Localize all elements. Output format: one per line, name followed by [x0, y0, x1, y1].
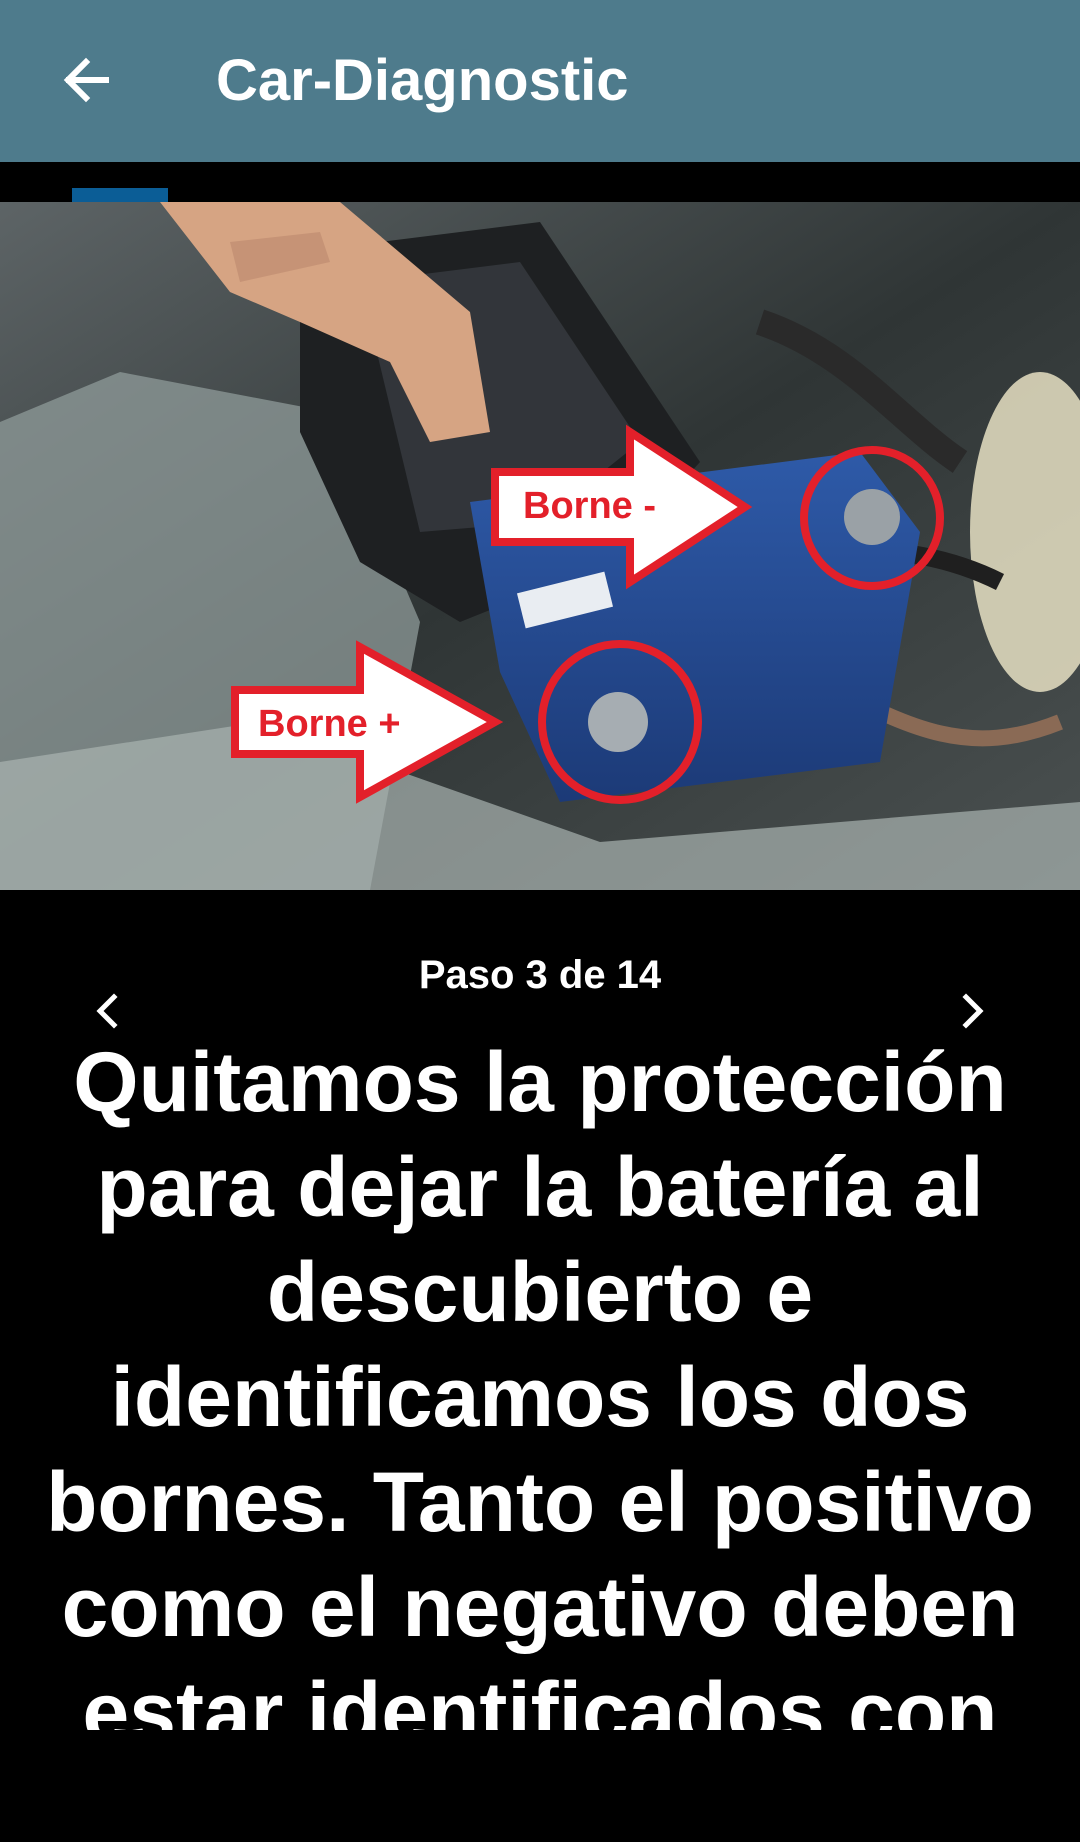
negative-terminal-label: Borne - [523, 485, 656, 527]
back-button[interactable] [50, 44, 122, 116]
app-title: Car-Diagnostic [216, 48, 629, 113]
positive-terminal-label: Borne + [258, 703, 401, 745]
step-instruction: Quitamos la protección para dejar la bat… [46, 1035, 1034, 1730]
chevron-left-icon [96, 993, 118, 1029]
step-photo: Borne - Borne + [0, 202, 1080, 890]
instruction-container: Quitamos la protección para dejar la bat… [0, 1030, 1080, 1730]
step-counter: Paso 3 de 14 [418, 953, 662, 997]
chevron-right-icon [962, 993, 984, 1029]
arrow-left-icon [63, 57, 109, 103]
app-bar: Car-Diagnostic [0, 0, 1080, 162]
